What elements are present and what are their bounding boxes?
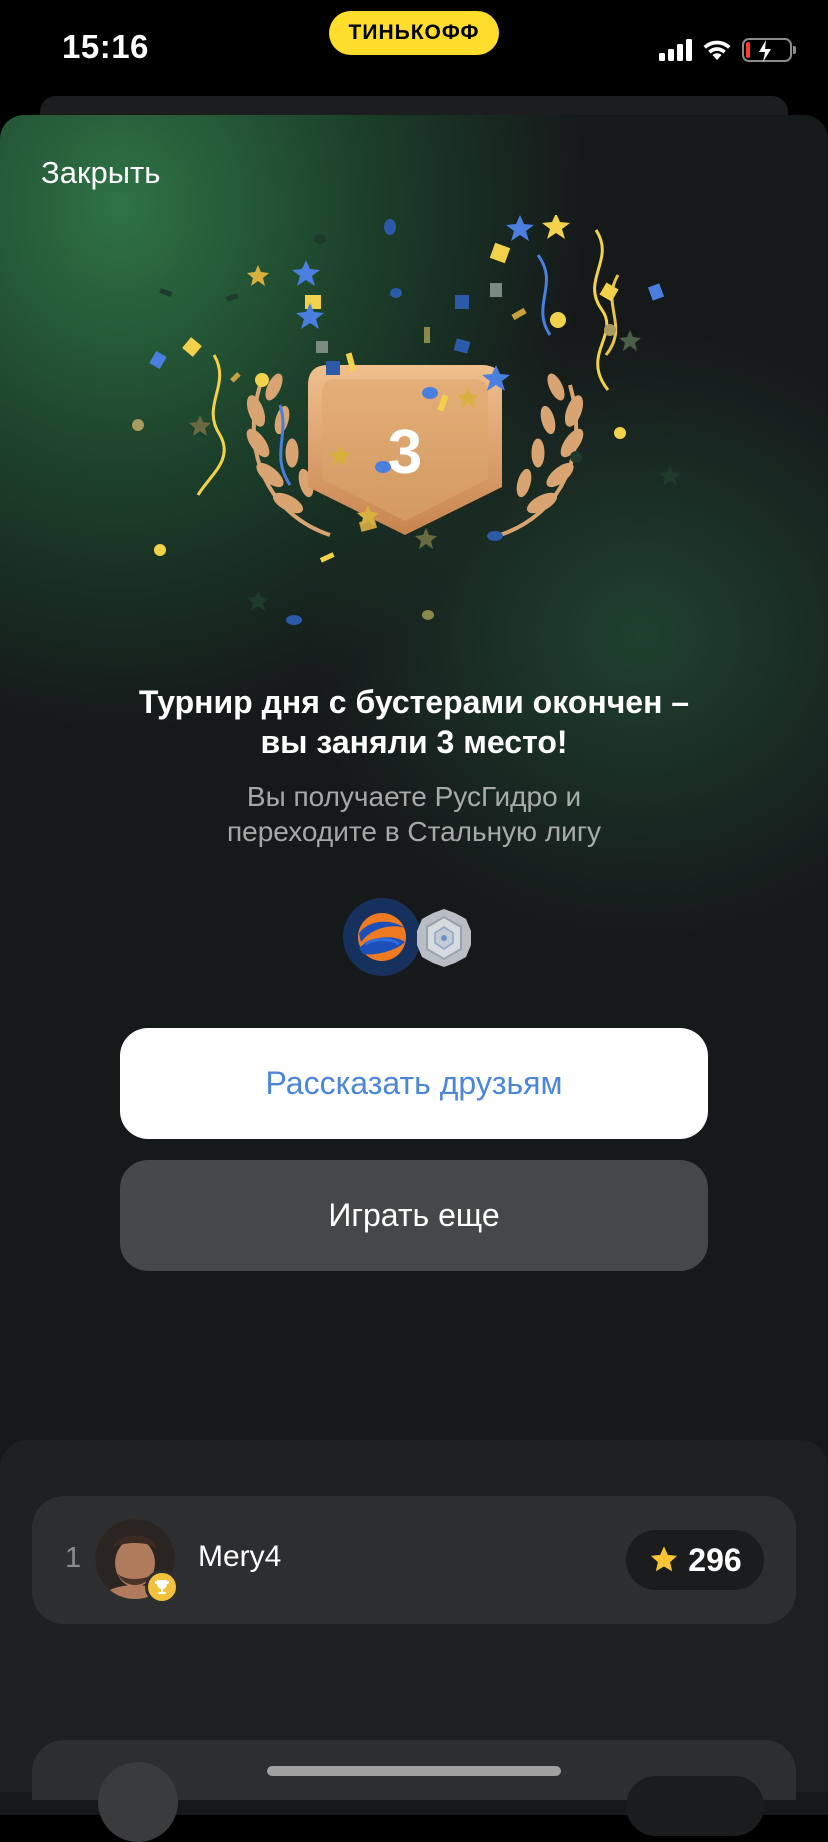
result-subtitle-line-1: Вы получаете РусГидро и bbox=[246, 781, 582, 812]
home-indicator[interactable] bbox=[267, 1766, 561, 1776]
wifi-icon bbox=[703, 40, 731, 60]
status-bar: 15:16 ТИНЬКОФФ bbox=[0, 0, 828, 100]
cellular-signal-icon bbox=[659, 39, 692, 61]
status-icons bbox=[659, 35, 796, 65]
battery-icon bbox=[742, 38, 796, 62]
play-again-button[interactable]: Играть еще bbox=[120, 1160, 708, 1271]
result-subtitle-line-2: переходите в Стальную лигу bbox=[226, 816, 602, 847]
score-badge: 296 bbox=[626, 1530, 764, 1590]
status-time: 15:16 bbox=[62, 28, 149, 65]
result-title-line-1: Турнир дня с бустерами окончен – bbox=[138, 684, 690, 720]
close-button[interactable]: Закрыть bbox=[41, 155, 160, 191]
rewards-row bbox=[343, 898, 478, 982]
star-icon bbox=[651, 1546, 678, 1572]
avatar bbox=[98, 1762, 178, 1842]
bronze-medal-icon: 3 bbox=[308, 365, 502, 535]
medal-place-number: 3 bbox=[388, 418, 422, 487]
result-subtitle: Вы получаете РусГидро и переходите в Ста… bbox=[80, 779, 748, 849]
leaderboard-rank: 1 bbox=[65, 1542, 82, 1574]
player-name: Mery4 bbox=[198, 1540, 282, 1573]
score-value: 296 bbox=[688, 1541, 742, 1578]
brand-pill: ТИНЬКОФФ bbox=[329, 11, 499, 55]
steel-league-badge-icon bbox=[413, 907, 475, 969]
score-badge bbox=[626, 1776, 764, 1836]
share-with-friends-button[interactable]: Рассказать друзьям bbox=[120, 1028, 708, 1139]
result-title-line-2: вы заняли 3 место! bbox=[260, 724, 568, 760]
result-title: Турнир дня с бустерами окончен – вы заня… bbox=[60, 682, 768, 762]
leaderboard-row[interactable]: 1 Mery4 296 bbox=[32, 1496, 796, 1624]
trophy-badge-icon bbox=[145, 1570, 179, 1604]
rushydro-logo-icon bbox=[343, 898, 421, 976]
